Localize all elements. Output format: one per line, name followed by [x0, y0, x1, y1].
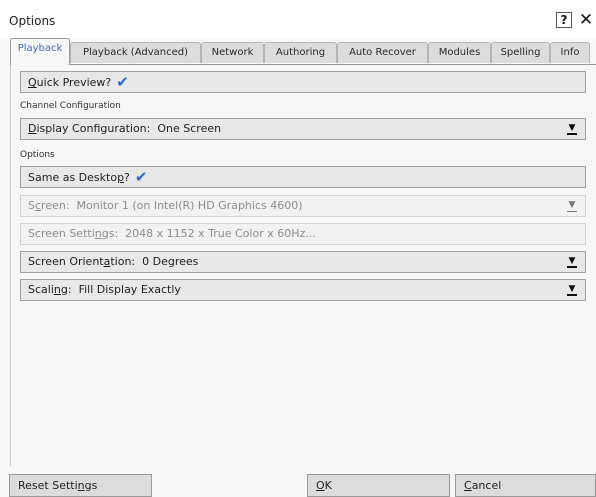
tab-playback[interactable]: Playback: [10, 38, 70, 65]
dropdown-arrow-icon: ▼: [567, 256, 577, 268]
title-bar: Options ? ✕: [0, 0, 596, 38]
display-configuration-label: Display Configuration:: [28, 122, 151, 135]
reset-settings-button[interactable]: Reset Settings: [9, 474, 152, 497]
tab-spelling[interactable]: Spelling: [491, 42, 550, 63]
same-as-desktop-label: Same as Desktop?: [28, 171, 130, 184]
tab-modules[interactable]: Modules: [428, 42, 491, 63]
dialog-button-bar: Reset Settings OK Cancel: [0, 466, 596, 497]
screen-orientation-value: 0 Degrees: [142, 255, 199, 268]
tab-info[interactable]: Info: [550, 42, 590, 63]
cancel-button[interactable]: Cancel: [455, 474, 596, 497]
screen-settings-value: 2048 x 1152 x True Color x 60Hz...: [125, 227, 316, 240]
options-dialog: Options ? ✕ Playback Playback (Advanced)…: [0, 0, 596, 497]
help-button[interactable]: ?: [556, 12, 572, 28]
tab-authoring[interactable]: Authoring: [264, 42, 337, 63]
scaling-value: Fill Display Exactly: [78, 283, 181, 296]
channel-configuration-heading: Channel Configuration: [20, 101, 121, 111]
tab-auto-recover[interactable]: Auto Recover: [337, 42, 428, 63]
scaling-dropdown[interactable]: Scaling: Fill Display Exactly ▼: [20, 279, 586, 301]
tab-strip: Playback Playback (Advanced) Network Aut…: [10, 38, 596, 65]
screen-settings-field: Screen Settings: 2048 x 1152 x True Colo…: [20, 223, 586, 245]
dropdown-arrow-icon: ▼: [567, 284, 577, 296]
tab-playback-advanced[interactable]: Playback (Advanced): [70, 42, 201, 63]
quick-preview-toggle[interactable]: Quick Preview? ✔: [20, 71, 586, 93]
display-configuration-value: One Screen: [157, 122, 222, 135]
dropdown-arrow-icon: ▼: [567, 123, 577, 135]
screen-orientation-dropdown[interactable]: Screen Orientation: 0 Degrees ▼: [20, 251, 586, 273]
checkmark-icon: ✔: [116, 73, 129, 91]
checkmark-icon: ✔: [134, 168, 148, 186]
scaling-label: Scaling:: [28, 283, 72, 296]
screen-orientation-label: Screen Orientation:: [28, 255, 136, 268]
dropdown-arrow-icon: ▼: [567, 200, 577, 212]
screen-label: Screen:: [28, 199, 70, 212]
screen-settings-label: Screen Settings:: [28, 227, 119, 240]
window-title: Options: [9, 14, 56, 28]
screen-dropdown: Screen: Monitor 1 (on Intel(R) HD Graphi…: [20, 195, 586, 217]
tab-network[interactable]: Network: [201, 42, 264, 63]
ok-button[interactable]: OK: [307, 474, 450, 497]
quick-preview-label: Quick Preview?: [28, 76, 112, 89]
screen-value: Monitor 1 (on Intel(R) HD Graphics 4600): [76, 199, 303, 212]
display-configuration-dropdown[interactable]: Display Configuration: One Screen ▼: [20, 118, 586, 140]
options-heading: Options: [20, 150, 55, 160]
same-as-desktop-toggle[interactable]: Same as Desktop? ✔: [20, 166, 586, 188]
playback-panel: Quick Preview? ✔ Channel Configuration Di…: [10, 64, 596, 466]
close-button[interactable]: ✕: [577, 11, 595, 29]
